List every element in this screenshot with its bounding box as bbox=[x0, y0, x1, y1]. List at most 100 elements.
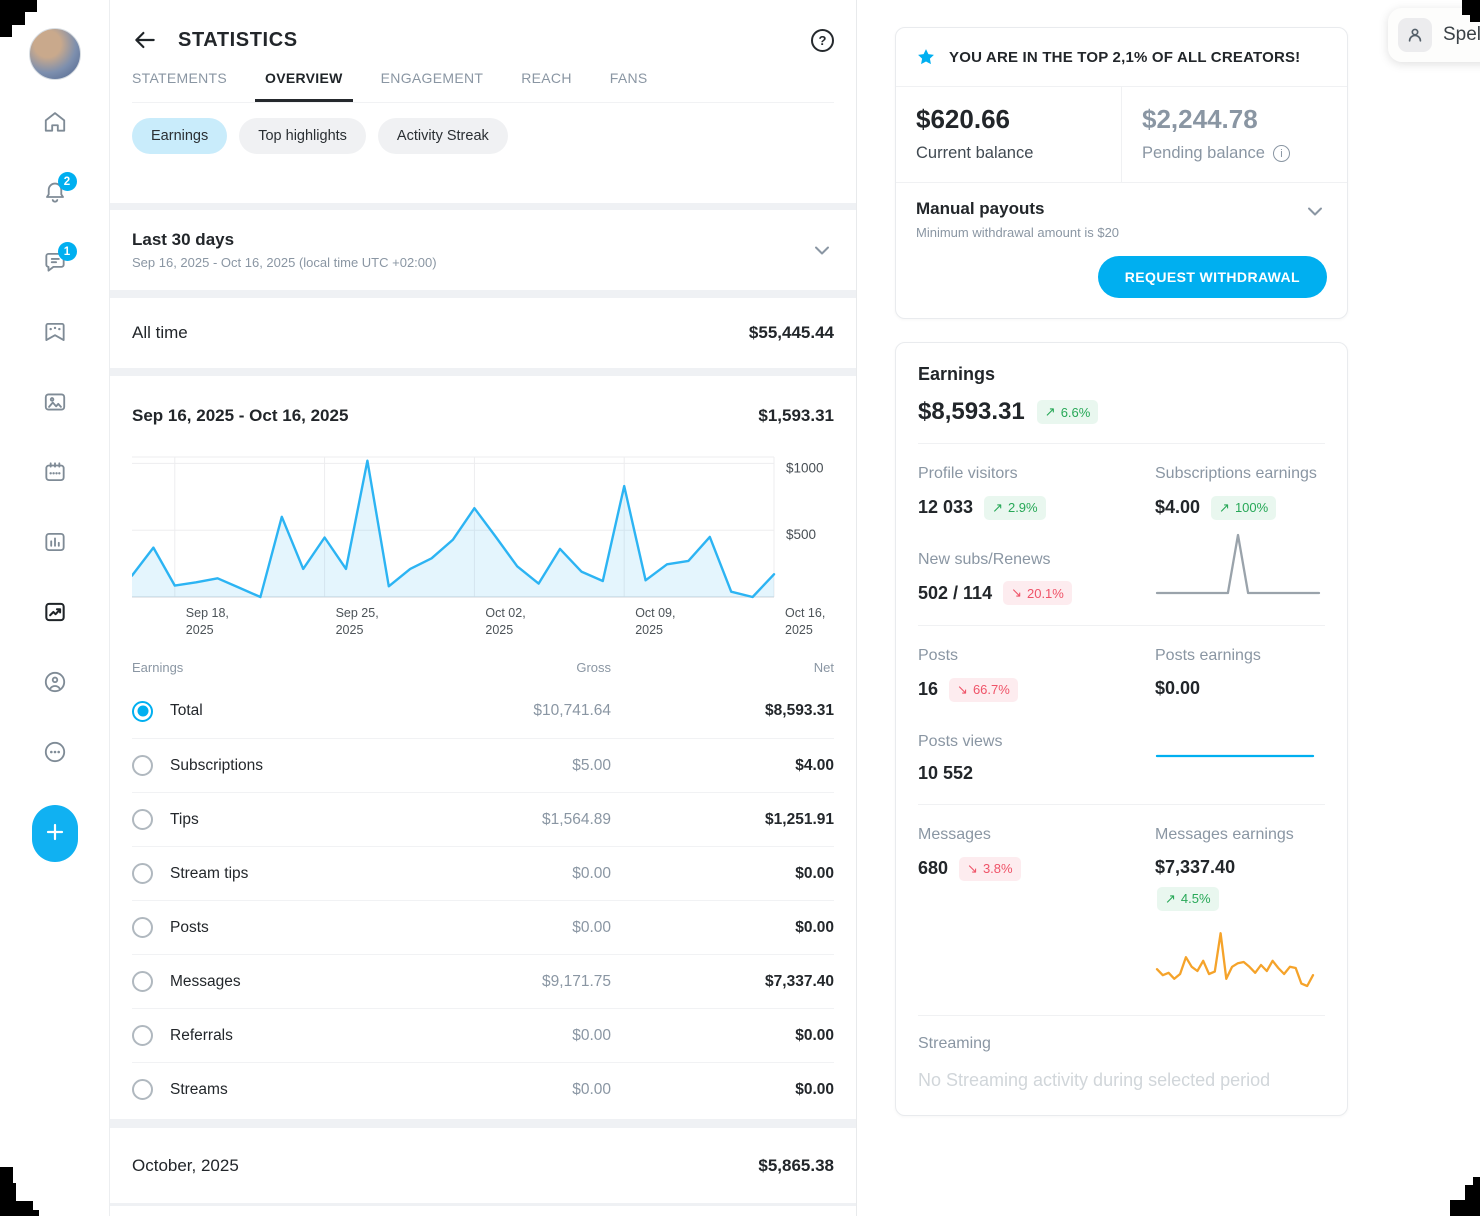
radio-tips[interactable] bbox=[132, 809, 153, 830]
star-icon bbox=[916, 47, 936, 67]
image-icon bbox=[42, 389, 68, 415]
top-creator-text: YOU ARE IN THE TOP 2,1% OF ALL CREATORS! bbox=[949, 49, 1300, 66]
october-amount: $5,865.38 bbox=[758, 1156, 834, 1176]
radio-referrals[interactable] bbox=[132, 1025, 153, 1046]
period-subtitle: Sep 16, 2025 - Oct 16, 2025 (local time … bbox=[132, 255, 437, 270]
sidebar-item-vault[interactable] bbox=[42, 389, 68, 415]
streaming-label: Streaming bbox=[918, 1035, 1325, 1053]
table-row-referrals[interactable]: Referrals$0.00$0.00 bbox=[132, 1008, 834, 1062]
row-net-value: $8,593.31 bbox=[611, 702, 834, 720]
section-posts: Posts 16 ↘66.7% Posts views 10 552 Posts… bbox=[918, 625, 1325, 804]
section-streaming: Streaming No Streaming activity during s… bbox=[918, 1015, 1325, 1115]
stat-messages-earnings: Messages earnings $7,337.40 ↗4.5% bbox=[1155, 824, 1325, 995]
table-row-messages[interactable]: Messages$9,171.75$7,337.40 bbox=[132, 954, 834, 1008]
radio-subscriptions[interactable] bbox=[132, 755, 153, 776]
screen-corner-artifact bbox=[1473, 1177, 1480, 1185]
svg-text:2025: 2025 bbox=[635, 623, 663, 637]
sidebar-item-more[interactable] bbox=[42, 739, 68, 765]
radio-total[interactable] bbox=[132, 701, 153, 722]
row-net-value: $4.00 bbox=[611, 757, 834, 775]
row-net-value: $0.00 bbox=[611, 919, 834, 937]
svg-text:2025: 2025 bbox=[336, 623, 364, 637]
row-net-value: $0.00 bbox=[611, 1081, 834, 1099]
trend-badge: ↗2.9% bbox=[984, 496, 1046, 520]
svg-text:2025: 2025 bbox=[785, 623, 813, 637]
avatar[interactable] bbox=[29, 28, 81, 80]
info-icon[interactable]: i bbox=[1273, 145, 1290, 162]
screen-corner-artifact bbox=[1465, 1185, 1480, 1200]
table-row-posts[interactable]: Posts$0.00$0.00 bbox=[132, 900, 834, 954]
sidebar-item-profile[interactable] bbox=[42, 669, 68, 695]
range-amount: $1,593.31 bbox=[758, 406, 834, 426]
sidebar-item-queue[interactable] bbox=[42, 459, 68, 485]
request-withdrawal-button[interactable]: REQUEST WITHDRAWAL bbox=[1098, 256, 1327, 298]
sidebar-item-statistics[interactable] bbox=[42, 599, 68, 625]
stat-posts-earnings: Posts earnings $0.00 bbox=[1155, 645, 1325, 784]
trend-badge: ↘3.8% bbox=[959, 857, 1021, 881]
new-post-button[interactable] bbox=[32, 805, 78, 862]
period-selector-card[interactable]: Last 30 days Sep 16, 2025 - Oct 16, 2025… bbox=[110, 210, 856, 290]
filter-earnings[interactable]: Earnings bbox=[132, 118, 227, 154]
svg-text:$1000: $1000 bbox=[786, 460, 824, 475]
table-row-subscriptions[interactable]: Subscriptions$5.00$4.00 bbox=[132, 738, 834, 792]
manual-payouts-subtitle: Minimum withdrawal amount is $20 bbox=[916, 225, 1119, 240]
manual-payouts[interactable]: Manual payouts Minimum withdrawal amount… bbox=[896, 183, 1347, 240]
up-arrow-icon: ↗ bbox=[1165, 891, 1176, 907]
down-arrow-icon: ↘ bbox=[1011, 585, 1022, 601]
pending-balance-label: Pending balance bbox=[1142, 144, 1265, 163]
svg-text:2025: 2025 bbox=[485, 623, 513, 637]
radio-streams[interactable] bbox=[132, 1079, 153, 1100]
earnings-summary-card: Earnings $8,593.31 ↗6.6% Profile visitor… bbox=[895, 342, 1348, 1116]
down-arrow-icon: ↘ bbox=[957, 682, 968, 698]
sidebar-item-messages[interactable]: 1 bbox=[42, 249, 68, 275]
right-column: YOU ARE IN THE TOP 2,1% OF ALL CREATORS!… bbox=[895, 0, 1348, 1116]
screen-corner-artifact bbox=[0, 1183, 16, 1201]
trend-badge: ↘66.7% bbox=[949, 678, 1018, 702]
tab-fans[interactable]: FANS bbox=[610, 70, 648, 102]
radio-messages[interactable] bbox=[132, 971, 153, 992]
posts-sparkline bbox=[1155, 747, 1315, 759]
tab-engagement[interactable]: ENGAGEMENT bbox=[381, 70, 484, 102]
svg-text:Oct 02,: Oct 02, bbox=[485, 606, 525, 620]
row-gross-value: $0.00 bbox=[451, 1027, 611, 1045]
october-card: October, 2025 $5,865.38 bbox=[110, 1128, 856, 1203]
section-messages: Messages 680 ↘3.8% Messages earnings $7,… bbox=[918, 804, 1325, 1015]
trend-chart-icon bbox=[42, 599, 68, 625]
back-arrow-icon[interactable] bbox=[132, 27, 158, 53]
earnings-chart-card: Sep 16, 2025 - Oct 16, 2025 $1,593.31 $1… bbox=[110, 376, 856, 1119]
sidebar-item-statements[interactable] bbox=[42, 529, 68, 555]
tab-reach[interactable]: REACH bbox=[521, 70, 572, 102]
svg-text:Sep 25,: Sep 25, bbox=[336, 606, 379, 620]
screen-corner-artifact bbox=[1470, 15, 1480, 22]
earnings-panel-title: Earnings bbox=[918, 343, 1325, 385]
row-net-value: $0.00 bbox=[611, 865, 834, 883]
all-time-card: All time $55,445.44 bbox=[110, 298, 856, 368]
help-icon[interactable]: ? bbox=[811, 29, 834, 52]
spell-widget[interactable]: Spel bbox=[1388, 8, 1480, 62]
sidebar-item-home[interactable] bbox=[42, 109, 68, 135]
svg-text:Oct 09,: Oct 09, bbox=[635, 606, 675, 620]
table-row-stream-tips[interactable]: Stream tips$0.00$0.00 bbox=[132, 846, 834, 900]
filter-top-highlights[interactable]: Top highlights bbox=[239, 118, 366, 154]
sidebar-item-collections[interactable] bbox=[42, 319, 68, 345]
radio-posts[interactable] bbox=[132, 917, 153, 938]
table-row-streams[interactable]: Streams$0.00$0.00 bbox=[132, 1062, 834, 1116]
earnings-panel-amount: $8,593.31 bbox=[918, 398, 1025, 426]
table-row-tips[interactable]: Tips$1,564.89$1,251.91 bbox=[132, 792, 834, 846]
stat-posts: Posts 16 ↘66.7% bbox=[918, 645, 1145, 702]
row-label: Stream tips bbox=[170, 865, 451, 883]
chevron-down-icon[interactable] bbox=[1303, 199, 1327, 223]
sidebar-item-notifications[interactable]: 2 bbox=[42, 179, 68, 205]
current-balance-amount: $620.66 bbox=[916, 104, 1101, 135]
tab-overview[interactable]: OVERVIEW bbox=[255, 70, 353, 102]
subscriptions-sparkline bbox=[1155, 530, 1321, 596]
tab-statements[interactable]: STATEMENTS bbox=[132, 70, 227, 102]
radio-stream-tips[interactable] bbox=[132, 863, 153, 884]
row-label: Total bbox=[170, 702, 451, 720]
earnings-chart: $1000$500Sep 18,2025Sep 25,2025Oct 02,20… bbox=[132, 456, 834, 648]
trend-badge: ↗100% bbox=[1211, 496, 1276, 520]
chevron-down-icon[interactable] bbox=[810, 238, 834, 262]
screen-corner-artifact bbox=[1450, 1200, 1480, 1216]
filter-activity-streak[interactable]: Activity Streak bbox=[378, 118, 508, 154]
table-row-total[interactable]: Total$10,741.64$8,593.31 bbox=[132, 684, 834, 738]
